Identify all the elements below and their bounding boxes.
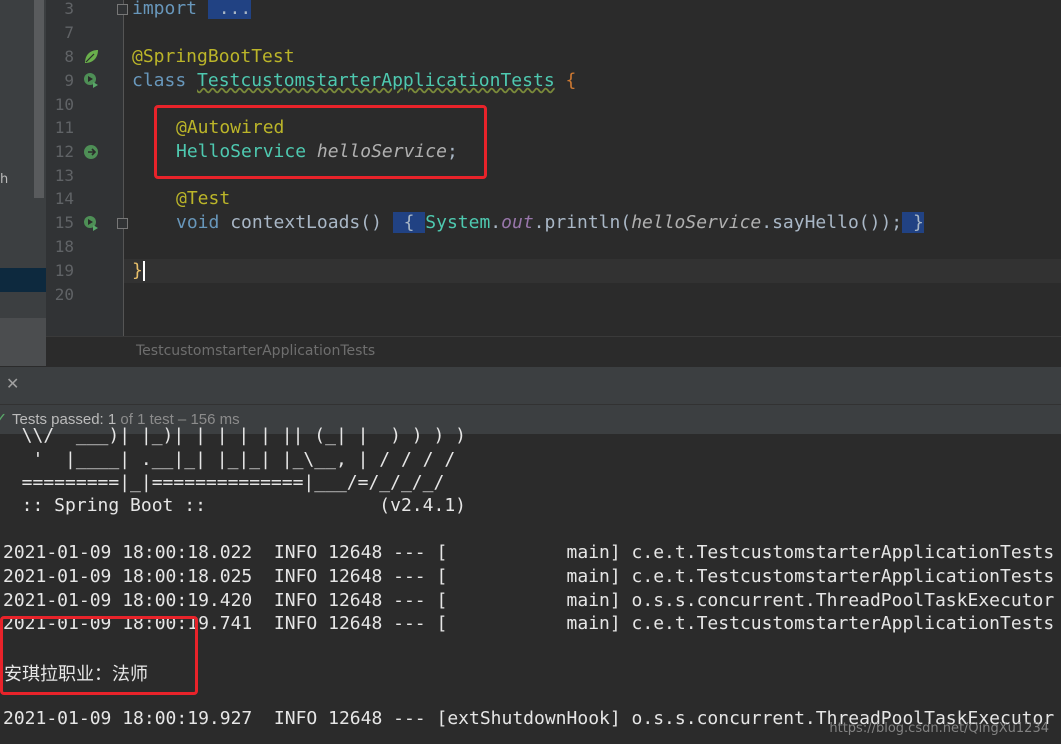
line-number: 10 <box>54 95 74 114</box>
line-number: 15 <box>54 213 74 232</box>
watermark: https://blog.csdn.net/QingXu1234 <box>829 721 1049 736</box>
class-name: TestcustomstarterApplicationTests <box>197 70 555 91</box>
line-number: 13 <box>54 166 74 185</box>
highlight-box-output <box>0 616 198 695</box>
line-number: 11 <box>54 118 74 137</box>
folded-imports[interactable]: ... <box>207 0 252 19</box>
keyword: void <box>176 212 220 233</box>
close-icon[interactable]: ✕ <box>6 374 19 393</box>
folded-body-open[interactable]: { <box>392 212 426 233</box>
console-banner-line: :: Spring Boot :: (v2.4.1) <box>0 495 466 516</box>
console-log-line: 2021-01-09 18:00:18.025 INFO 12648 --- [… <box>3 566 1055 587</box>
keyword: import <box>132 0 198 19</box>
annotation: @SpringBootTest <box>132 46 295 67</box>
line-number: 3 <box>64 0 74 18</box>
run-panel-toolbar <box>0 366 1061 405</box>
text-caret <box>142 261 145 281</box>
line-number: 9 <box>64 71 74 90</box>
closing-brace: } <box>132 260 143 281</box>
spring-leaf-icon[interactable] <box>82 48 100 66</box>
console-banner-line: =========|_|==============|___/=/_/_/_/ <box>0 472 445 493</box>
call-target: helloService <box>631 212 762 233</box>
console-banner-line: \\/ ___)| |_)| | | | | || (_| | ) ) ) ) <box>0 425 466 446</box>
println-call: .println( <box>533 212 632 233</box>
line-number: 7 <box>64 23 74 42</box>
line-number: 12 <box>54 142 74 161</box>
fold-marker[interactable] <box>117 218 128 229</box>
line-number: 19 <box>54 261 74 280</box>
project-panel-lower-section <box>0 318 46 366</box>
run-test-icon[interactable] <box>82 214 100 232</box>
code-line-method[interactable]: void contextLoads() { System.out.println… <box>176 211 924 235</box>
static-field-out: out <box>501 212 534 233</box>
current-line-highlight <box>124 259 1061 283</box>
console-log-line: 2021-01-09 18:00:18.022 INFO 12648 --- [… <box>3 542 1055 563</box>
code-line-annotation[interactable]: @SpringBootTest <box>132 45 295 69</box>
highlight-box-autowired <box>154 105 487 179</box>
keyword: class <box>132 70 187 91</box>
dot: . <box>490 212 502 233</box>
line-number: 18 <box>54 237 74 256</box>
line-number: 20 <box>54 285 74 304</box>
folded-body-close[interactable]: } <box>902 212 924 233</box>
line-number: 14 <box>54 189 74 208</box>
code-line-class[interactable]: class TestcustomstarterApplicationTests … <box>132 69 576 93</box>
call-rest: .sayHello()); <box>761 212 903 233</box>
project-panel-scrollbar[interactable] <box>34 0 44 198</box>
project-panel-strip: h <box>0 0 46 366</box>
console-log-line: 2021-01-09 18:00:19.420 INFO 12648 --- [… <box>3 590 1055 611</box>
code-line-class-close[interactable]: } <box>132 259 145 283</box>
annotation: @Test <box>176 188 231 209</box>
code-line-test-annotation[interactable]: @Test <box>176 187 230 211</box>
method-signature: contextLoads() <box>219 212 393 233</box>
project-panel-selected-row[interactable] <box>0 268 46 292</box>
brace: { <box>554 70 577 91</box>
system-class: System <box>425 212 491 233</box>
breadcrumb[interactable]: TestcustomstarterApplicationTests <box>136 343 375 359</box>
line-number: 8 <box>64 47 74 66</box>
autowired-nav-icon[interactable] <box>82 143 100 161</box>
console-banner-line: ' |____| .__|_| |_|_| |_\__, | / / / / <box>0 449 456 470</box>
code-line-import[interactable]: import ... <box>132 0 252 21</box>
run-test-icon[interactable] <box>82 71 100 89</box>
fold-marker[interactable] <box>117 4 128 15</box>
project-panel-partial-label: h <box>0 172 9 187</box>
